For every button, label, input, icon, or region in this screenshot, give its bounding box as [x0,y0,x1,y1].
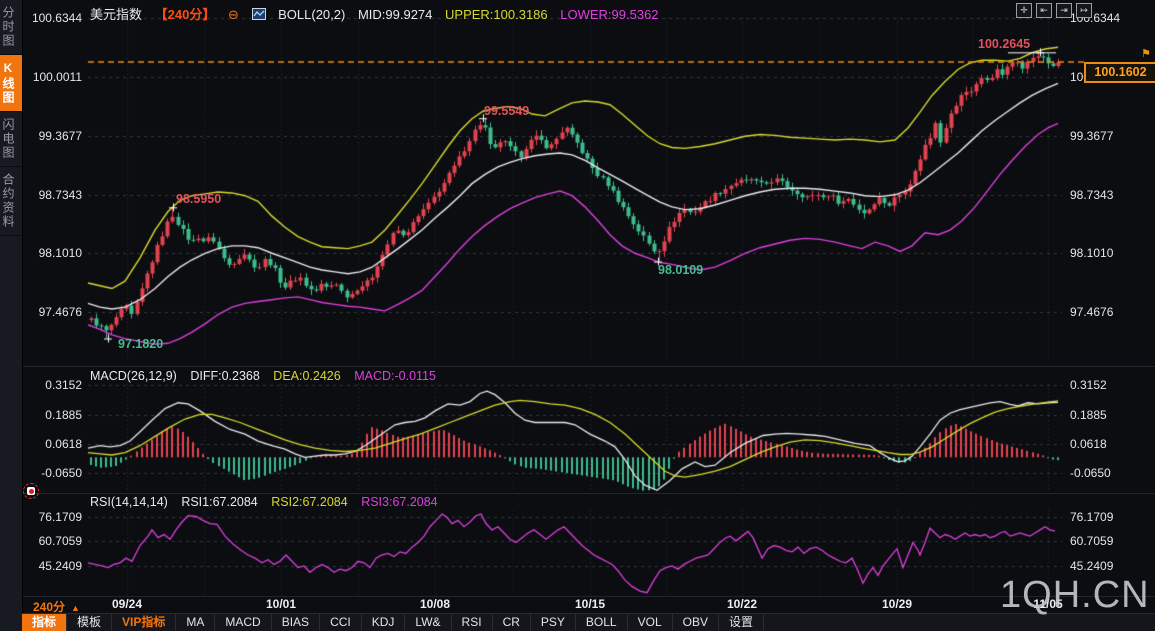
indicator-toolbar: 指标模板VIP指标MAMACDBIASCCIKDJLW&RSICRPSYBOLL… [22,613,1155,631]
indicator-button-CR[interactable]: CR [493,614,531,631]
date-label: 10/22 [727,597,757,611]
price-flag-icon: ⚑ [1141,47,1151,60]
price-annotation: 100.2645 [978,37,1030,51]
macd-macd-value: MACD:-0.0115 [354,369,436,383]
boll-mid-value: MID:99.9274 [358,7,432,22]
left-axis-tick: 0.0618 [22,437,82,451]
chart-header: 美元指数 【240分】 ⊖ BOLL(20,2) MID:99.9274 UPP… [90,4,668,20]
right-axis-tick: 45.2409 [1070,559,1113,573]
boll-lower-value: LOWER:99.5362 [560,7,658,22]
chevron-up-icon: ▲ [71,603,80,613]
right-axis-tick: 0.1885 [1070,408,1107,422]
date-label: 10/01 [266,597,296,611]
left-axis-tick: 100.0011 [22,70,82,84]
left-axis-tick: -0.0650 [22,466,82,480]
indicator-button-VOL[interactable]: VOL [628,614,673,631]
indicator-button-BOLL[interactable]: BOLL [576,614,628,631]
collapse-icon[interactable]: ⊖ [228,7,239,22]
right-axis-tick: 98.1010 [1070,246,1113,260]
indicator-button-PSY[interactable]: PSY [531,614,576,631]
chart-toolbar-icons: ✛ ⇤ ⇥ ↦ [1016,3,1092,18]
left-axis-tick: 60.7059 [22,534,82,548]
price-annotation: 98.0109 [658,263,703,277]
zoom-out-icon[interactable]: ⇤ [1036,3,1052,18]
panel-divider [22,366,1155,367]
left-axis-tick: 45.2409 [22,559,82,573]
kline-chart-icon [252,8,266,20]
left-axis-tick: 99.3677 [22,129,82,143]
left-axis-tick: 0.1885 [22,408,82,422]
zoom-in-icon[interactable]: ⇥ [1056,3,1072,18]
macd-label-row: MACD(26,12,9) DIFF:0.2368 DEA:0.2426 MAC… [90,369,446,383]
macd-params-label[interactable]: MACD(26,12,9) [90,369,177,383]
price-annotation: 99.5549 [484,104,529,118]
right-axis-tick: -0.0650 [1070,466,1111,480]
price-annotation: 97.1820 [118,337,163,351]
site-watermark: 1QH.CN [1000,574,1150,617]
boll-upper-value: UPPER:100.3186 [445,7,548,22]
indicator-button-设置[interactable]: 设置 [719,614,764,631]
rsi-label-row: RSI(14,14,14) RSI1:67.2084 RSI2:67.2084 … [90,495,448,509]
alert-record-icon[interactable] [23,483,39,499]
left-axis-tick: 98.1010 [22,246,82,260]
move-chart-icon[interactable]: ✛ [1016,3,1032,18]
chart-canvas[interactable] [22,0,1155,631]
indicator-button-CCI[interactable]: CCI [320,614,362,631]
price-annotation: 98.5950 [176,192,221,206]
timeframe-label[interactable]: 240分 [33,600,65,614]
indicator-button-BIAS[interactable]: BIAS [272,614,320,631]
pan-right-icon[interactable]: ↦ [1076,3,1092,18]
date-label: 10/08 [420,597,450,611]
rsi3-value: RSI3:67.2084 [361,495,437,509]
left-axis-tick: 76.1709 [22,510,82,524]
rsi2-value: RSI2:67.2084 [271,495,347,509]
right-axis-tick: 98.7343 [1070,188,1113,202]
right-axis-tick: 99.3677 [1070,129,1113,143]
right-axis-tick: 0.0618 [1070,437,1107,451]
sidebar-tab-合约资料[interactable]: 合约资料 [0,167,22,236]
rsi1-value: RSI1:67.2084 [181,495,257,509]
right-axis-tick: 97.4676 [1070,305,1113,319]
sidebar-tab-闪电图[interactable]: 闪电图 [0,112,22,167]
date-label: 10/29 [882,597,912,611]
trading-terminal: 分时图K线图闪电图合约资料 美元指数 【240分】 ⊖ BOLL(20,2) M… [0,0,1155,631]
panel-divider [22,493,1155,494]
left-axis-tick: 100.6344 [22,11,82,25]
left-axis-tick: 0.3152 [22,378,82,392]
symbol-name: 美元指数 [90,7,142,22]
chart-mode-sidebar: 分时图K线图闪电图合约资料 [0,0,23,631]
indicator-button-模板[interactable]: 模板 [67,614,112,631]
period-label[interactable]: 【240分】 [155,7,216,22]
date-label: 10/15 [575,597,605,611]
macd-dea-value: DEA:0.2426 [273,369,340,383]
indicator-button-指标[interactable]: 指标 [22,614,67,631]
indicator-button-KDJ[interactable]: KDJ [362,614,406,631]
indicator-button-MA[interactable]: MA [176,614,215,631]
sidebar-tab-分时图[interactable]: 分时图 [0,0,22,55]
right-axis-tick: 60.7059 [1070,534,1113,548]
right-axis-tick: 76.1709 [1070,510,1113,524]
sidebar-tab-K线图[interactable]: K线图 [0,55,22,112]
indicator-button-LW&[interactable]: LW& [405,614,451,631]
last-price-box: 100.1602 [1084,62,1155,83]
left-axis-tick: 98.7343 [22,188,82,202]
boll-params-label[interactable]: BOLL(20,2) [278,7,345,22]
indicator-button-MACD[interactable]: MACD [215,614,271,631]
indicator-button-VIP指标[interactable]: VIP指标 [112,614,176,631]
date-label: 09/24 [112,597,142,611]
indicator-button-OBV[interactable]: OBV [673,614,719,631]
macd-diff-value: DIFF:0.2368 [190,369,259,383]
indicator-button-RSI[interactable]: RSI [452,614,493,631]
left-axis-tick: 97.4676 [22,305,82,319]
rsi-params-label[interactable]: RSI(14,14,14) [90,495,168,509]
right-axis-tick: 0.3152 [1070,378,1107,392]
